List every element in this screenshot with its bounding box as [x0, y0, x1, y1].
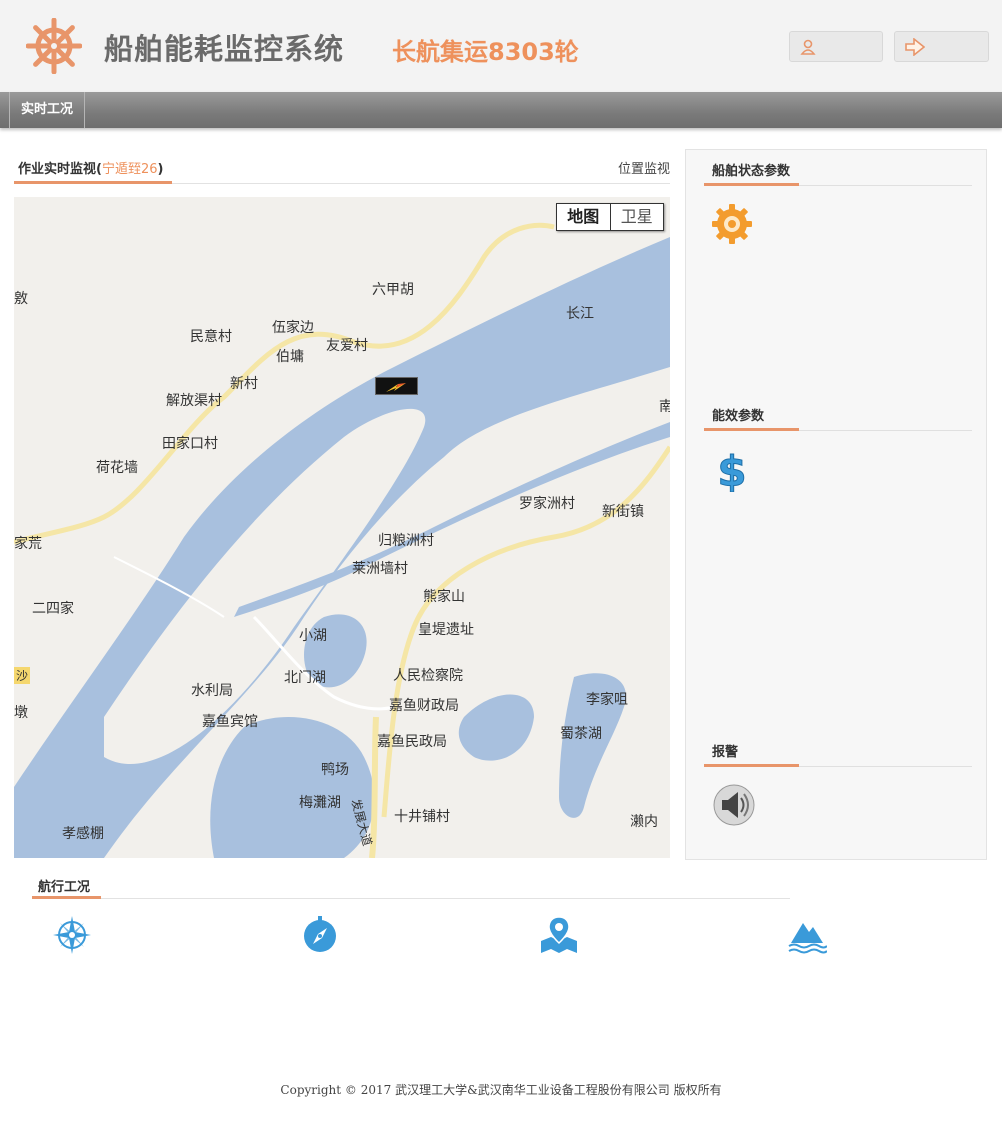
- user-icon: [800, 39, 816, 55]
- ship-status-header: 船舶状态参数: [704, 150, 972, 186]
- place-label: 孝感棚: [62, 826, 104, 842]
- place-label: 梅灘湖: [299, 795, 341, 811]
- title-underline: [14, 181, 172, 184]
- position-monitor-link[interactable]: 位置监视: [618, 158, 670, 177]
- section-title: 报警: [712, 745, 739, 760]
- place-label: 濑内: [630, 814, 658, 830]
- place-label: 长江: [566, 306, 594, 322]
- place-label: 人民检察院: [393, 668, 463, 684]
- place-label: 鸭场: [321, 762, 349, 778]
- road-shield: 沙: [14, 667, 31, 684]
- place-label: 六甲胡: [372, 282, 414, 298]
- paren-close: ): [157, 162, 164, 177]
- place-label: 新村: [230, 376, 258, 392]
- compass-rose-icon[interactable]: [52, 915, 92, 955]
- place-label: 小湖: [299, 628, 327, 644]
- place-label: 罗家洲村: [519, 496, 575, 512]
- logout-button[interactable]: [894, 31, 989, 62]
- ship-name: 长航集运8303轮: [392, 38, 579, 66]
- monitor-panel-header: 作业实时监视(宁遁臸26) 位置监视: [14, 150, 670, 184]
- place-label: 熊家山: [423, 589, 465, 605]
- energy-efficiency-header: 能效参数: [704, 395, 972, 431]
- map-type-switch: 地图 卫星: [556, 203, 664, 231]
- title-underline: [704, 764, 799, 767]
- speaker-icon[interactable]: [712, 783, 756, 827]
- header: 船舶能耗监控系统 长航集运8303轮: [0, 0, 1002, 92]
- ship-marker-icon[interactable]: [375, 377, 418, 395]
- map-view[interactable]: 地图 卫星 六甲胡 长江 民意村 伍家边 伯墉 友爱村 新村 解放渠村 田家口村…: [14, 197, 670, 858]
- system-title: 船舶能耗监控系统: [104, 32, 345, 66]
- place-label: 民意村: [190, 329, 232, 345]
- place-label: 新街镇: [602, 504, 644, 520]
- voyage-title: 航行工况: [38, 880, 91, 895]
- place-label: 嘉鱼民政局: [377, 734, 447, 750]
- side-panel: 船舶状态参数 能效参数 $ 报警: [685, 149, 987, 860]
- dollar-icon[interactable]: $: [710, 448, 754, 492]
- place-label: 友爱村: [326, 338, 368, 354]
- place-label: 荷花墙: [96, 460, 138, 476]
- place-label: 伍家边: [272, 320, 314, 336]
- place-label: 十井铺村: [394, 809, 450, 825]
- footer-copyright: Copyright © 2017 武汉理工大学&武汉南华工业设备工程股份有限公司…: [280, 1083, 722, 1097]
- place-label: 李家咀: [586, 692, 628, 708]
- waves-mountain-icon[interactable]: [787, 915, 827, 955]
- title-underline: [32, 896, 101, 899]
- section-title: 船舶状态参数: [712, 164, 791, 179]
- place-label: 蜀茶湖: [560, 726, 602, 742]
- place-label: 嘉鱼宾馆: [202, 714, 258, 730]
- place-label: 二四家: [32, 601, 74, 617]
- monitor-title-text: 作业实时监视: [18, 162, 97, 177]
- place-label: 敫: [14, 291, 28, 307]
- place-label: 解放渠村: [166, 393, 222, 409]
- gear-icon[interactable]: [710, 202, 754, 246]
- compass-icon[interactable]: [300, 915, 340, 955]
- logout-arrow-icon: [905, 38, 925, 56]
- place-label: 墩: [14, 705, 28, 721]
- place-label: 北门湖: [284, 670, 326, 686]
- ship-wheel-icon: [26, 18, 82, 74]
- alarm-header: 报警: [704, 731, 972, 767]
- nav-item-realtime[interactable]: 实时工况: [9, 92, 86, 128]
- place-label: 田家口村: [162, 436, 218, 452]
- section-title: 能效参数: [712, 409, 765, 424]
- place-label: 莱洲墙村: [352, 561, 408, 577]
- place-label: 皇堤遗址: [418, 622, 474, 638]
- voyage-header: 航行工况: [32, 870, 790, 899]
- monitor-title: 作业实时监视(宁遁臸26): [18, 158, 163, 177]
- user-button[interactable]: [789, 31, 883, 62]
- svg-text:$: $: [717, 448, 746, 492]
- monitor-subtitle: 宁遁臸26: [101, 162, 158, 177]
- map-pin-icon[interactable]: [539, 915, 579, 955]
- map-tab-satellite[interactable]: 卫星: [611, 204, 664, 230]
- place-label: 家荒: [14, 536, 42, 552]
- place-label: 归粮洲村: [378, 533, 434, 549]
- top-nav-bar: 实时工况: [0, 92, 1002, 128]
- lightning-icon: [386, 383, 406, 392]
- title-underline: [704, 428, 799, 431]
- place-label: 南: [659, 399, 670, 415]
- title-underline: [704, 183, 799, 186]
- place-label: 伯墉: [276, 349, 304, 365]
- map-tab-map[interactable]: 地图: [557, 204, 611, 230]
- place-label: 嘉鱼财政局: [389, 698, 459, 714]
- place-label: 水利局: [191, 683, 233, 699]
